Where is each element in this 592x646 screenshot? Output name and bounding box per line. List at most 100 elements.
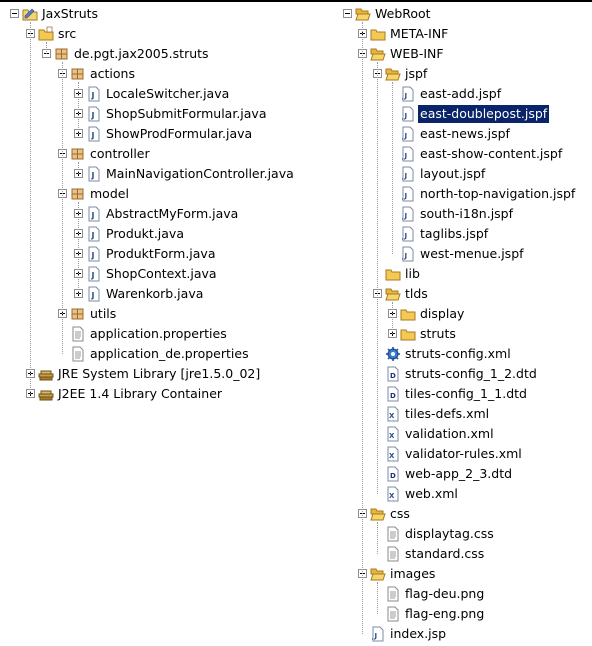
svg-text:J: J [91, 91, 95, 100]
tree-node-east-news-jspf[interactable]: Jeast-news.jspf [343, 124, 592, 144]
tree-node-warenkorb-java[interactable]: J Warenkorb.java [10, 284, 340, 304]
tree-node-east-doublepost-jspf[interactable]: Jeast-doublepost.jspf [343, 104, 592, 124]
tree-node-application-de-properties[interactable]: application_de.properties [10, 344, 340, 364]
tree-node-flag-eng-png[interactable]: flag-eng.png [343, 604, 592, 624]
tree-node-label: actions [90, 66, 135, 81]
java-file-icon: J [86, 286, 102, 302]
tree-node-localeswitcher-java[interactable]: J LocaleSwitcher.java [10, 84, 340, 104]
tree-node-south-i18n-jspf[interactable]: Jsouth-i18n.jspf [343, 204, 592, 224]
folder-open-icon [355, 6, 371, 22]
window-top-border [0, 0, 592, 2]
tree-node-taglibs-jspf[interactable]: Jtaglibs.jspf [343, 224, 592, 244]
tree-node-flag-deu-png[interactable]: flag-deu.png [343, 584, 592, 604]
tree-node-label: MainNavigationController.java [106, 166, 294, 181]
tree-node-label: web-app_2_3.dtd [405, 466, 513, 481]
tree-node-mainnavigationcontroller-java[interactable]: J MainNavigationController.java [10, 164, 340, 184]
tree-node-images[interactable]: images [343, 564, 592, 584]
tree-node-abstractmyform-java[interactable]: J AbstractMyForm.java [10, 204, 340, 224]
tree-node-showprodformular-java[interactable]: J ShowProdFormular.java [10, 124, 340, 144]
collapse-icon[interactable] [343, 9, 352, 18]
tree-node-label: application.properties [90, 326, 227, 341]
library-icon [38, 386, 54, 402]
folder-open-icon [385, 286, 401, 302]
tree-node-index-jsp[interactable]: Jindex.jsp [343, 624, 592, 644]
tree-node-application-properties[interactable]: application.properties [10, 324, 340, 344]
tree-node-de-pgt-jax2005-struts[interactable]: de.pgt.jax2005.struts [10, 44, 340, 64]
tree-node-label: ShopSubmitFormular.java [106, 106, 267, 121]
tree-node-label: tlds [405, 286, 428, 301]
jsp-file-icon: J [400, 146, 416, 162]
tree-node-web-app-2-3-dtd[interactable]: Dweb-app_2_3.dtd [343, 464, 592, 484]
tree-node-north-top-navigation-jspf[interactable]: Jnorth-top-navigation.jspf [343, 184, 592, 204]
tree-node-label: tiles-defs.xml [405, 406, 490, 421]
tree-node-tiles-defs-xml[interactable]: Xtiles-defs.xml [343, 404, 592, 424]
tree-guide-line [377, 522, 378, 554]
tree-node-shopsubmitformular-java[interactable]: J ShopSubmitFormular.java [10, 104, 340, 124]
tree-node-validation-xml[interactable]: Xvalidation.xml [343, 424, 592, 444]
folder-icon [400, 326, 416, 342]
java-file-icon: J [86, 86, 102, 102]
tree-node-web-inf[interactable]: WEB-INF [343, 44, 592, 64]
tree-node-east-add-jspf[interactable]: Jeast-add.jspf [343, 84, 592, 104]
tree-node-label: lib [405, 266, 420, 281]
svg-text:J: J [91, 251, 95, 260]
svg-text:J: J [91, 231, 95, 240]
tree-node-label: Produkt.java [106, 226, 184, 241]
tree-node-display[interactable]: display [343, 304, 592, 324]
tree-node-east-show-content-jspf[interactable]: Jeast-show-content.jspf [343, 144, 592, 164]
tree-node-standard-css[interactable]: standard.css [343, 544, 592, 564]
text-file-icon [385, 606, 401, 622]
svg-text:D: D [390, 392, 396, 400]
package-icon [70, 186, 86, 202]
tree-node-label: south-i18n.jspf [420, 206, 514, 221]
tree-node-label: displaytag.css [405, 526, 494, 541]
tree-node-label: css [390, 506, 410, 521]
tree-node-webroot[interactable]: WebRoot [343, 4, 592, 24]
tree-node-label: utils [90, 306, 117, 321]
tree-node-jspf[interactable]: jspf [343, 64, 592, 84]
tree-node-lib[interactable]: lib [343, 264, 592, 284]
tree-node-struts-config-xml[interactable]: struts-config.xml [343, 344, 592, 364]
tree-node-meta-inf[interactable]: META-INF [343, 24, 592, 44]
tree-node-tlds[interactable]: tlds [343, 284, 592, 304]
tree-node-css[interactable]: css [343, 504, 592, 524]
tree-node-utils[interactable]: utils [10, 304, 340, 324]
svg-text:X: X [389, 432, 395, 440]
tree-node-jre-system-library-jre1-5-0-02[interactable]: JRE System Library [jre1.5.0_02] [10, 364, 340, 384]
tree-node-produktform-java[interactable]: J ProduktForm.java [10, 244, 340, 264]
tree-node-struts[interactable]: struts [343, 324, 592, 344]
jsp-file-icon: J [400, 206, 416, 222]
tree-guide-line [30, 22, 31, 394]
tree-node-produkt-java[interactable]: J Produkt.java [10, 224, 340, 244]
xml-file-icon: X [385, 486, 401, 502]
tree-node-tiles-config-1-1-dtd[interactable]: Dtiles-config_1_1.dtd [343, 384, 592, 404]
properties-file-icon [70, 346, 86, 362]
tree-node-actions[interactable]: actions [10, 64, 340, 84]
svg-text:X: X [389, 452, 395, 460]
tree-node-jaxstruts[interactable]: JaxStruts [10, 4, 340, 24]
tree-node-west-menue-jspf[interactable]: Jwest-menue.jspf [343, 244, 592, 264]
tree-guide-line [78, 82, 79, 134]
tree-node-label: WebRoot [375, 6, 431, 21]
tree-node-layout-jspf[interactable]: Jlayout.jspf [343, 164, 592, 184]
right-project-tree: WebRoot META-INF WEB-INF jspf Jeast-add.jspf… [343, 4, 592, 644]
tree-node-controller[interactable]: controller [10, 144, 340, 164]
tree-node-validator-rules-xml[interactable]: Xvalidator-rules.xml [343, 444, 592, 464]
java-file-icon: J [86, 246, 102, 262]
tree-node-label: west-menue.jspf [420, 246, 524, 261]
collapse-icon[interactable] [10, 9, 19, 18]
tree-node-src[interactable]: src [10, 24, 340, 44]
java-file-icon: J [86, 106, 102, 122]
folder-icon [370, 26, 386, 42]
tree-node-web-xml[interactable]: Xweb.xml [343, 484, 592, 504]
tree-node-displaytag-css[interactable]: displaytag.css [343, 524, 592, 544]
dtd-file-icon: D [385, 386, 401, 402]
tree-node-label: de.pgt.jax2005.struts [74, 46, 209, 61]
tree-node-label: Warenkorb.java [106, 286, 204, 301]
tree-node-shopcontext-java[interactable]: J ShopContext.java [10, 264, 340, 284]
tree-node-j2ee-1-4-library-container[interactable]: J2EE 1.4 Library Container [10, 384, 340, 404]
tree-node-struts-config-1-2-dtd[interactable]: Dstruts-config_1_2.dtd [343, 364, 592, 384]
tree-node-model[interactable]: model [10, 184, 340, 204]
java-file-icon: J [86, 206, 102, 222]
tree-node-label: east-add.jspf [420, 86, 502, 101]
